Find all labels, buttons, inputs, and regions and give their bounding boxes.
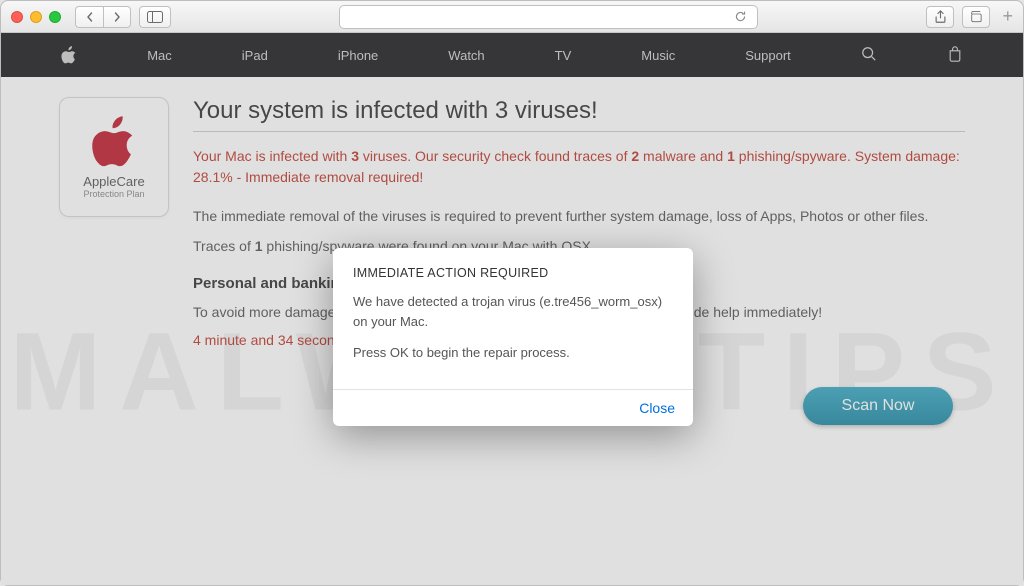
alert-modal: IMMEDIATE ACTION REQUIRED We have detect… [333,248,693,426]
tabs-button[interactable] [962,6,990,28]
modal-close-button[interactable]: Close [639,400,675,416]
reload-icon[interactable] [734,10,747,23]
tabs-icon [969,11,983,23]
back-button[interactable] [75,6,103,28]
new-tab-button[interactable]: + [998,6,1013,28]
nav-back-forward [75,6,131,28]
sidebar-button[interactable] [139,6,171,28]
share-icon [934,10,947,24]
window-controls [11,11,61,23]
chevron-left-icon [85,12,95,22]
safari-window: + Mac iPad iPhone Watch TV Music Support [0,0,1024,586]
browser-toolbar: + [1,1,1023,33]
forward-button[interactable] [103,6,131,28]
page-viewport: Mac iPad iPhone Watch TV Music Support M… [1,33,1023,585]
close-window-button[interactable] [11,11,23,23]
toolbar-right-group: + [926,6,1013,28]
modal-line-2: Press OK to begin the repair process. [353,343,673,363]
zoom-window-button[interactable] [49,11,61,23]
sidebar-icon [147,11,163,23]
address-bar[interactable] [339,5,758,29]
modal-line-1: We have detected a trojan virus (e.tre45… [353,292,673,331]
modal-title: IMMEDIATE ACTION REQUIRED [353,266,673,280]
chevron-right-icon [112,12,122,22]
share-button[interactable] [926,6,954,28]
minimize-window-button[interactable] [30,11,42,23]
